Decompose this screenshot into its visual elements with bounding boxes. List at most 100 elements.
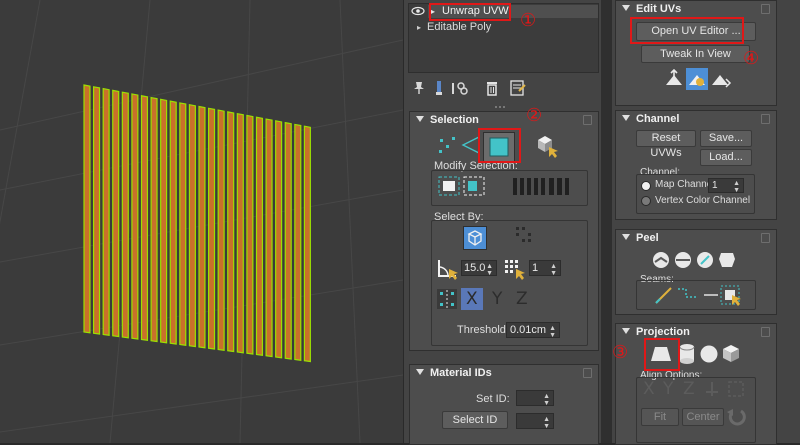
wood-slat[interactable]: [112, 89, 120, 338]
convert-edge-to-seams-icon[interactable]: [701, 285, 721, 305]
wood-slat[interactable]: [246, 114, 254, 355]
material-ids-header[interactable]: Material IDs: [410, 365, 598, 381]
make-unique-icon[interactable]: [451, 80, 469, 96]
wood-slat[interactable]: [255, 116, 264, 356]
select-id-spinner[interactable]: ▲ ▼: [516, 413, 554, 430]
quick-peel-icon[interactable]: [651, 250, 671, 270]
wood-slat[interactable]: [83, 84, 91, 334]
viewport[interactable]: [0, 0, 403, 443]
panel-resize-grip[interactable]: [493, 100, 507, 108]
wood-slat[interactable]: [227, 111, 235, 353]
select-inverted-x-icon[interactable]: [436, 288, 458, 310]
rollout-pin-icon[interactable]: [761, 233, 770, 243]
peel-header[interactable]: Peel: [616, 230, 776, 246]
tweak-in-view-button[interactable]: Tweak In View: [641, 45, 750, 63]
rollout-pin-icon[interactable]: [583, 368, 592, 378]
pelt-map-icon[interactable]: [717, 250, 737, 270]
edit-uvs-header[interactable]: Edit UVs: [616, 1, 776, 17]
channel-header[interactable]: Channel: [616, 111, 776, 127]
box-map-icon[interactable]: [720, 343, 742, 365]
collapse-icon[interactable]: [416, 369, 424, 375]
collapse-icon[interactable]: [416, 116, 424, 122]
spherical-map-icon[interactable]: [699, 344, 719, 364]
collapse-icon[interactable]: [622, 328, 630, 334]
wood-slat[interactable]: [284, 121, 292, 360]
configure-sets-icon[interactable]: [510, 80, 526, 96]
point-to-point-seams-icon[interactable]: [676, 285, 698, 305]
pin-icon[interactable]: [413, 81, 425, 95]
selection-header[interactable]: Selection: [410, 112, 598, 128]
rollout-pin-icon[interactable]: [583, 115, 592, 125]
align-to-normal-icon[interactable]: [703, 380, 721, 398]
spinner-arrows-icon[interactable]: ▲ ▼: [486, 263, 493, 277]
collapse-icon[interactable]: [622, 5, 630, 11]
mirror-z-button[interactable]: Z: [511, 288, 533, 310]
map-channel-radio[interactable]: [641, 181, 651, 191]
wood-slat[interactable]: [179, 102, 187, 346]
shrink-selection-icon[interactable]: [462, 175, 486, 197]
align-y-button[interactable]: Y: [663, 379, 673, 399]
rollout-pin-icon[interactable]: [761, 114, 770, 124]
wood-slat[interactable]: [217, 109, 225, 351]
mirror-x-button[interactable]: X: [461, 288, 483, 310]
ring-selection-icon[interactable]: [512, 175, 546, 197]
spinner-arrows-icon[interactable]: ▲ ▼: [543, 393, 550, 407]
wood-slat[interactable]: [131, 93, 139, 340]
quick-peel-icon[interactable]: [664, 69, 684, 89]
expander-icon[interactable]: ▸: [417, 21, 421, 34]
spinner-arrows-icon[interactable]: ▲ ▼: [550, 263, 557, 277]
vertex-color-radio[interactable]: [641, 196, 651, 206]
select-id-button[interactable]: Select ID: [442, 411, 508, 429]
loop-selection-icon[interactable]: [548, 175, 570, 197]
edit-seams-icon[interactable]: [654, 285, 674, 305]
element-subobject-icon[interactable]: [535, 134, 559, 158]
center-button[interactable]: Center: [682, 408, 724, 426]
wood-slat[interactable]: [121, 91, 129, 339]
align-to-view-icon[interactable]: [727, 380, 745, 398]
show-end-result-icon[interactable]: [433, 80, 445, 96]
peel-mode-icon[interactable]: [673, 250, 693, 270]
wood-slat[interactable]: [150, 96, 158, 343]
wood-slat[interactable]: [303, 125, 311, 363]
collapse-icon[interactable]: [622, 234, 630, 240]
reset-peel-icon[interactable]: [695, 250, 715, 270]
tweak-tool-button[interactable]: [686, 68, 708, 90]
fit-button[interactable]: Fit: [641, 408, 679, 426]
stack-item-editable-poly[interactable]: ▸ Editable Poly: [417, 21, 587, 34]
align-z-button[interactable]: Z: [683, 379, 695, 399]
expand-seams-icon[interactable]: [719, 284, 741, 306]
align-x-button[interactable]: X: [643, 379, 655, 399]
select-by-element-button[interactable]: [463, 226, 487, 250]
spinner-arrows-icon[interactable]: ▲ ▼: [733, 180, 740, 194]
eye-icon[interactable]: [411, 6, 425, 16]
wood-slat[interactable]: [275, 120, 283, 359]
wood-slat[interactable]: [188, 103, 196, 348]
wood-slat[interactable]: [294, 123, 302, 361]
remove-modifier-icon[interactable]: [485, 80, 499, 96]
planar-angle-spinner[interactable]: 15.0 ▲ ▼: [461, 260, 497, 277]
wood-slat[interactable]: [140, 95, 149, 341]
wood-slat-mesh[interactable]: [0, 0, 403, 443]
select-by-backface-icon[interactable]: [514, 225, 538, 249]
rollout-pin-icon[interactable]: [761, 4, 770, 14]
wood-slat[interactable]: [169, 100, 177, 345]
spinner-arrows-icon[interactable]: ▲ ▼: [543, 416, 550, 430]
wood-slat[interactable]: [207, 107, 216, 350]
reset-uvws-button[interactable]: Reset UVWs: [636, 130, 696, 159]
wood-slat[interactable]: [265, 118, 273, 358]
threshold-spinner[interactable]: 0.01cm ▲ ▼: [506, 322, 560, 339]
grow-selection-icon[interactable]: [437, 175, 461, 197]
reset-projection-icon[interactable]: [726, 406, 746, 426]
projection-header[interactable]: Projection: [616, 324, 776, 340]
wood-slat[interactable]: [92, 86, 101, 335]
rollout-pin-icon[interactable]: [761, 327, 770, 337]
select-by-smoothing-icon[interactable]: [503, 258, 527, 280]
mirror-y-button[interactable]: Y: [487, 288, 509, 310]
spinner-arrows-icon[interactable]: ▲ ▼: [549, 325, 556, 339]
set-id-spinner[interactable]: ▲ ▼: [516, 390, 554, 407]
vertex-subobject-icon[interactable]: [438, 135, 458, 155]
map-channel-spinner[interactable]: 1 ▲ ▼: [708, 178, 744, 194]
load-button[interactable]: Load...: [700, 149, 752, 166]
collapse-icon[interactable]: [622, 115, 630, 121]
wood-slat[interactable]: [102, 87, 110, 336]
